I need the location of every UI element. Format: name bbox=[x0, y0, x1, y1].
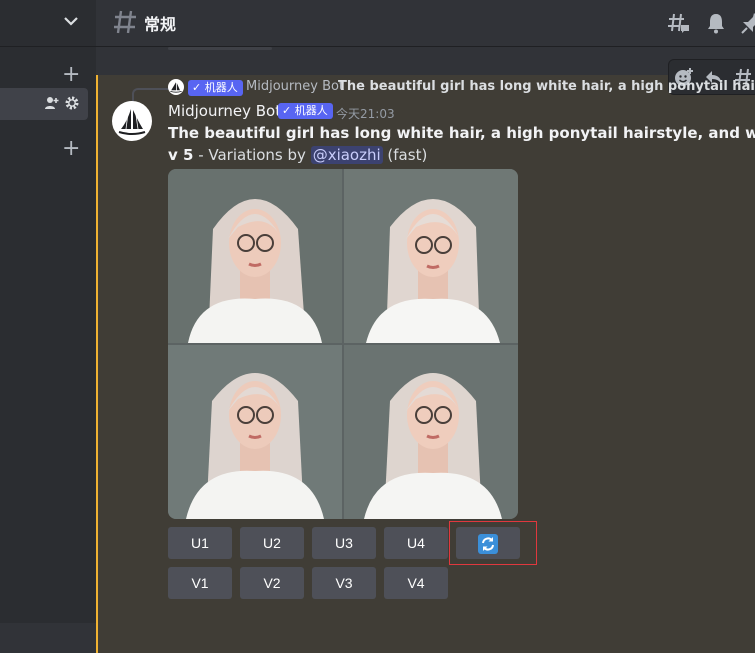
chevron-down-icon[interactable] bbox=[60, 10, 82, 32]
reply-text[interactable]: The beautiful girl has long white hair, … bbox=[338, 79, 755, 94]
bot-badge: ✓ 机器人 bbox=[188, 80, 243, 96]
upscale-4-button[interactable]: U4 bbox=[384, 527, 448, 559]
invite-member-icon[interactable] bbox=[44, 95, 60, 111]
threads-icon[interactable] bbox=[666, 11, 690, 35]
add-channel-icon[interactable]: + bbox=[62, 64, 80, 86]
generated-image-grid[interactable] bbox=[168, 169, 518, 519]
previous-message-edge bbox=[168, 47, 272, 50]
gear-icon[interactable] bbox=[64, 95, 80, 111]
selection-highlight-box bbox=[449, 521, 537, 565]
hashtag-icon bbox=[114, 10, 136, 34]
pin-icon[interactable] bbox=[740, 11, 755, 35]
variation-2-button[interactable]: V2 bbox=[240, 567, 304, 599]
variation-4-button[interactable]: V4 bbox=[384, 567, 448, 599]
message-list: ✓ 机器人 Midjourney Bot The beautiful girl … bbox=[96, 47, 755, 653]
reply-avatar bbox=[168, 79, 184, 95]
prompt-meta: v 5 - Variations by @xiaozhi (fast) bbox=[168, 146, 427, 164]
image-variation-3[interactable] bbox=[168, 345, 342, 519]
upscale-1-button[interactable]: U1 bbox=[168, 527, 232, 559]
user-mention[interactable]: @xiaozhi bbox=[310, 146, 383, 164]
channel-sidebar: + + bbox=[0, 0, 96, 623]
prompt-text: The beautiful girl has long white hair, … bbox=[168, 124, 755, 142]
channel-header: 常规 bbox=[96, 0, 755, 47]
sailboat-icon bbox=[170, 82, 182, 93]
add-channel-icon[interactable]: + bbox=[62, 138, 80, 160]
server-header[interactable] bbox=[0, 0, 96, 47]
image-variation-4[interactable] bbox=[344, 345, 518, 519]
variation-3-button[interactable]: V3 bbox=[312, 567, 376, 599]
message-author[interactable]: Midjourney Bot bbox=[168, 102, 281, 120]
variation-1-button[interactable]: V1 bbox=[168, 567, 232, 599]
version-label: v 5 bbox=[168, 146, 194, 164]
reply-author[interactable]: Midjourney Bot bbox=[246, 79, 344, 94]
speed-label: (fast) bbox=[382, 146, 428, 164]
image-variation-1[interactable] bbox=[168, 169, 342, 343]
selected-channel-item[interactable] bbox=[0, 88, 88, 120]
upscale-3-button[interactable]: U3 bbox=[312, 527, 376, 559]
sailboat-icon bbox=[118, 109, 146, 135]
variations-label: - Variations by bbox=[193, 146, 311, 164]
channel-title: 常规 bbox=[144, 15, 177, 34]
upscale-2-button[interactable]: U2 bbox=[240, 527, 304, 559]
message-timestamp[interactable]: 今天21:03 bbox=[336, 105, 395, 122]
bell-icon[interactable] bbox=[704, 11, 728, 35]
image-variation-2[interactable] bbox=[344, 169, 518, 343]
avatar[interactable] bbox=[112, 101, 152, 141]
bot-badge: ✓ 机器人 bbox=[278, 103, 333, 119]
